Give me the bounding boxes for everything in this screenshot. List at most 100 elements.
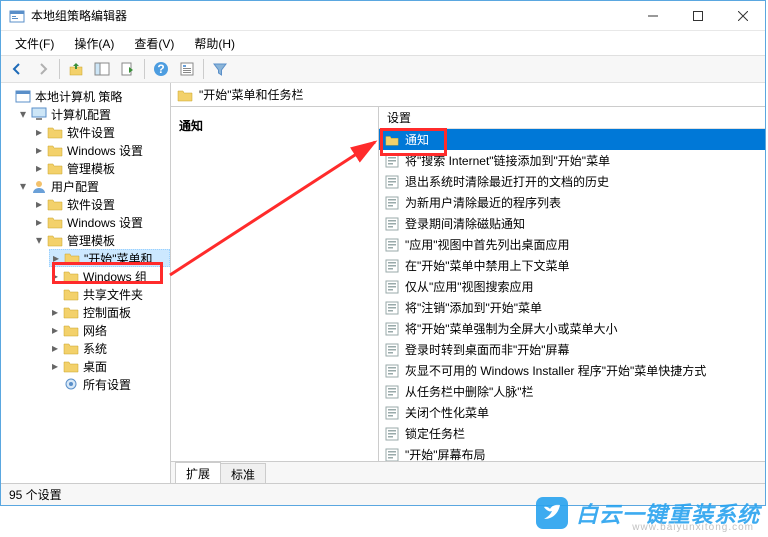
tree-item[interactable]: ▸软件设置	[33, 195, 170, 213]
show-hide-tree-button[interactable]	[90, 58, 114, 80]
maximize-button[interactable]	[675, 1, 720, 30]
column-header-setting[interactable]: 设置	[379, 107, 765, 129]
setting-label: 仅从"应用"视图搜索应用	[405, 278, 534, 295]
setting-folder-row[interactable]: 通知	[379, 129, 765, 150]
tree-item[interactable]: ▸Windows 设置	[33, 141, 170, 159]
tree-item[interactable]: ▸软件设置	[33, 123, 170, 141]
menu-file[interactable]: 文件(F)	[7, 33, 62, 54]
view-tabs: 扩展 标准	[171, 461, 765, 483]
filter-button[interactable]	[208, 58, 232, 80]
selected-setting-title: 通知	[179, 117, 370, 134]
setting-label: 为新用户清除最近的程序列表	[405, 194, 561, 211]
minimize-button[interactable]	[630, 1, 675, 30]
policy-setting-icon	[385, 448, 399, 462]
setting-row[interactable]: "开始"屏幕布局	[379, 444, 765, 461]
tree-item[interactable]: ▸Windows 设置	[33, 213, 170, 231]
folder-icon	[47, 143, 63, 157]
up-button[interactable]	[64, 58, 88, 80]
expander-icon[interactable]: ▸	[49, 324, 61, 336]
policy-setting-icon	[385, 364, 399, 378]
setting-label: "应用"视图中首先列出桌面应用	[405, 236, 570, 253]
help-button[interactable]: ?	[149, 58, 173, 80]
export-button[interactable]	[116, 58, 140, 80]
tree-item[interactable]: ▸系统	[49, 339, 170, 357]
policy-setting-icon	[385, 427, 399, 441]
setting-label: 将"注销"添加到"开始"菜单	[405, 299, 542, 316]
computer-icon	[31, 107, 47, 121]
setting-label: 将"搜索 Internet"链接添加到"开始"菜单	[405, 152, 610, 169]
close-button[interactable]	[720, 1, 765, 30]
menu-view[interactable]: 查看(V)	[126, 33, 182, 54]
tree-start-menu[interactable]: ▸"开始"菜单和	[49, 249, 170, 267]
setting-row[interactable]: 从任务栏中删除"人脉"栏	[379, 381, 765, 402]
policy-setting-icon	[385, 385, 399, 399]
setting-row[interactable]: 将"开始"菜单强制为全屏大小或菜单大小	[379, 318, 765, 339]
setting-row[interactable]: 为新用户清除最近的程序列表	[379, 192, 765, 213]
tree-computer-config[interactable]: ▾ 计算机配置	[17, 105, 170, 123]
tree-item[interactable]: ▸Windows 组	[49, 267, 170, 285]
setting-row[interactable]: 灰显不可用的 Windows Installer 程序"开始"菜单快捷方式	[379, 360, 765, 381]
setting-row[interactable]: 仅从"应用"视图搜索应用	[379, 276, 765, 297]
menu-action[interactable]: 操作(A)	[66, 33, 122, 54]
expander-icon[interactable]: ▸	[33, 198, 45, 210]
setting-row[interactable]: 退出系统时清除最近打开的文档的历史	[379, 171, 765, 192]
folder-icon	[63, 269, 79, 283]
expander-icon[interactable]: ▸	[33, 162, 45, 174]
policy-setting-icon	[385, 154, 399, 168]
back-button[interactable]	[5, 58, 29, 80]
expander-icon[interactable]: ▾	[17, 108, 29, 120]
tree-item[interactable]: ▸桌面	[49, 357, 170, 375]
svg-text:?: ?	[157, 62, 164, 76]
expander-icon[interactable]: ▸	[33, 216, 45, 228]
status-text: 95 个设置	[9, 486, 62, 503]
properties-button[interactable]	[175, 58, 199, 80]
folder-icon	[47, 233, 63, 247]
tab-standard[interactable]: 标准	[220, 463, 266, 483]
tree-item[interactable]: 共享文件夹	[49, 285, 170, 303]
expander-icon[interactable]: ▾	[33, 234, 45, 246]
tree-item[interactable]: 所有设置	[49, 375, 170, 393]
tree-item[interactable]: ▸控制面板	[49, 303, 170, 321]
tree-user-config[interactable]: ▾ 用户配置	[17, 177, 170, 195]
setting-row[interactable]: 锁定任务栏	[379, 423, 765, 444]
title-bar: 本地组策略编辑器	[1, 1, 765, 31]
folder-icon	[63, 323, 79, 337]
expander-icon[interactable]: ▸	[50, 252, 62, 264]
menu-help[interactable]: 帮助(H)	[186, 33, 243, 54]
expander-icon[interactable]: ▾	[17, 180, 29, 192]
forward-button[interactable]	[31, 58, 55, 80]
settings-list[interactable]: 通知将"搜索 Internet"链接添加到"开始"菜单退出系统时清除最近打开的文…	[379, 129, 765, 461]
setting-row[interactable]: 将"注销"添加到"开始"菜单	[379, 297, 765, 318]
user-icon	[31, 179, 47, 193]
expander-icon[interactable]: ▸	[49, 306, 61, 318]
setting-row[interactable]: 在"开始"菜单中禁用上下文菜单	[379, 255, 765, 276]
policy-setting-icon	[385, 259, 399, 273]
setting-row[interactable]: "应用"视图中首先列出桌面应用	[379, 234, 765, 255]
expander-icon[interactable]: ▸	[33, 144, 45, 156]
setting-row[interactable]: 将"搜索 Internet"链接添加到"开始"菜单	[379, 150, 765, 171]
content-title: "开始"菜单和任务栏	[199, 86, 304, 103]
tree-item[interactable]: ▸管理模板	[33, 159, 170, 177]
expander-icon[interactable]: ▸	[49, 360, 61, 372]
tree-item[interactable]: ▸网络	[49, 321, 170, 339]
setting-label: 通知	[405, 131, 429, 148]
expander-icon[interactable]: ▸	[33, 126, 45, 138]
setting-label: 登录时转到桌面而非"开始"屏幕	[405, 341, 570, 358]
tree-admin-templates[interactable]: ▾管理模板	[33, 231, 170, 249]
setting-row[interactable]: 登录时转到桌面而非"开始"屏幕	[379, 339, 765, 360]
tab-extended[interactable]: 扩展	[175, 462, 221, 483]
toolbar: ?	[1, 55, 765, 83]
content-pane: "开始"菜单和任务栏 通知 设置 通知将"搜索 Internet"链接添加到"开…	[171, 83, 765, 483]
tree-pane[interactable]: 本地计算机 策略 ▾ 计算机配置 ▸软件设置 ▸Windows 设置	[1, 83, 171, 483]
setting-row[interactable]: 关闭个性化菜单	[379, 402, 765, 423]
expander-icon[interactable]: ▸	[49, 342, 61, 354]
setting-label: 登录期间清除磁贴通知	[405, 215, 525, 232]
setting-label: 关闭个性化菜单	[405, 404, 489, 421]
tree-root[interactable]: 本地计算机 策略	[1, 87, 170, 105]
app-icon	[9, 8, 25, 24]
expander-icon[interactable]: ▸	[49, 270, 61, 282]
watermark-icon	[534, 495, 570, 531]
setting-row[interactable]: 登录期间清除磁贴通知	[379, 213, 765, 234]
setting-label: 锁定任务栏	[405, 425, 465, 442]
policy-setting-icon	[385, 196, 399, 210]
